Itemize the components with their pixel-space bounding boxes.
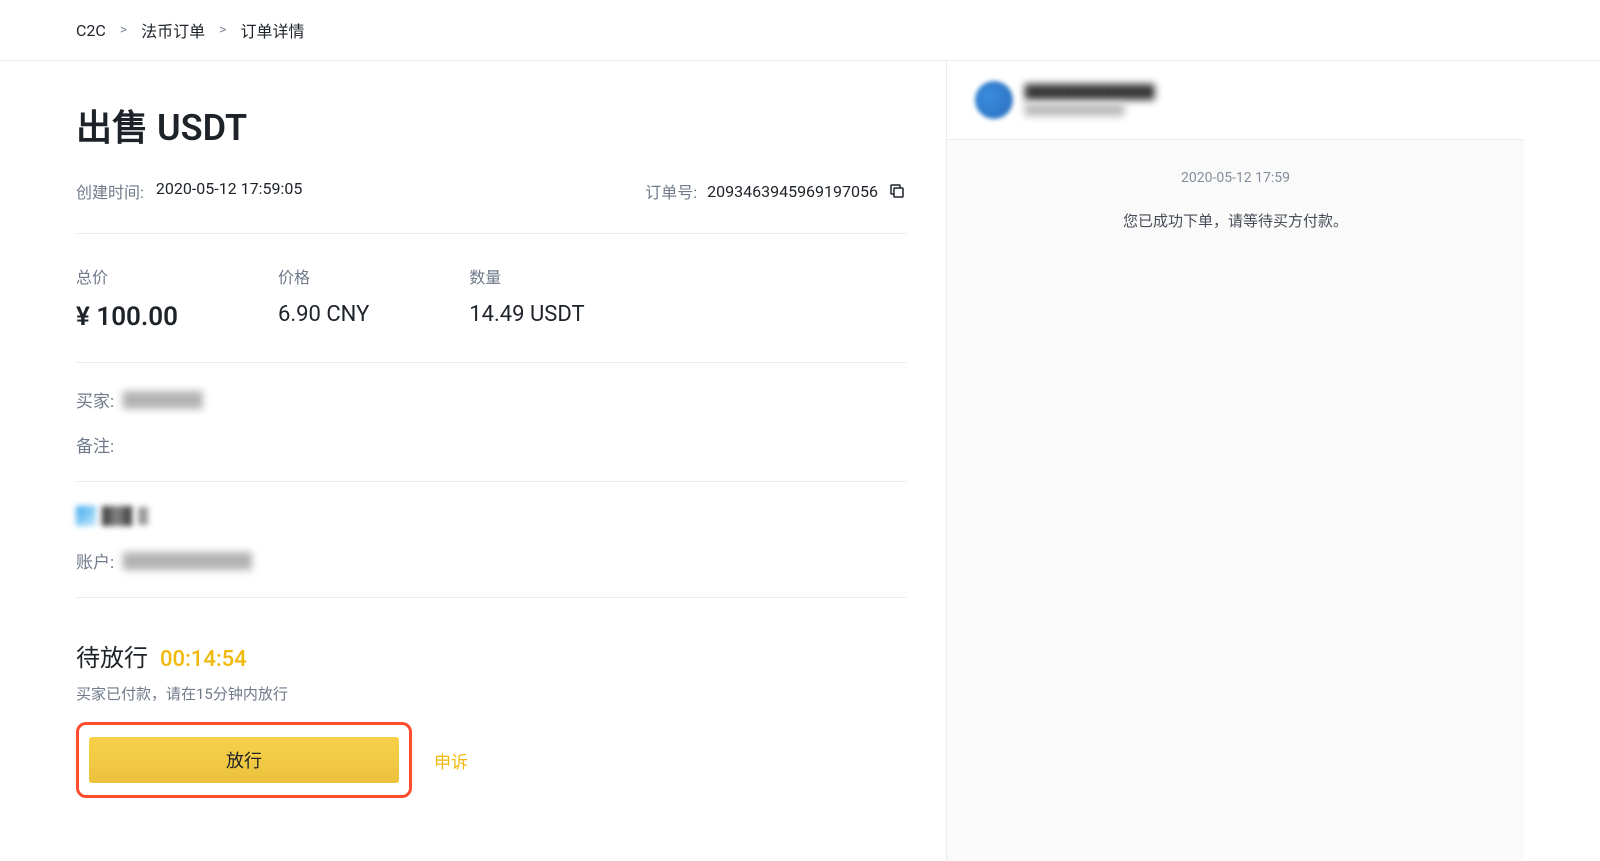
breadcrumb-fiat-orders[interactable]: 法币订单 bbox=[141, 18, 205, 42]
unit-price-value: 6.90 CNY bbox=[278, 302, 369, 327]
copy-icon[interactable] bbox=[888, 182, 906, 200]
breadcrumb-order-detail: 订单详情 bbox=[241, 18, 305, 42]
chat-system-message: 您已成功下单，请等待买方付款。 bbox=[967, 210, 1504, 231]
status-hint: 买家已付款，请在15分钟内放行 bbox=[76, 683, 906, 704]
remark-label: 备注: bbox=[76, 432, 114, 457]
quantity-label: 数量 bbox=[469, 264, 584, 288]
order-stats: 总价 ¥ 100.00 价格 6.90 CNY 数量 14.49 USDT bbox=[76, 234, 906, 363]
countdown-timer: 00:14:54 bbox=[160, 647, 247, 672]
buyer-label: 买家: bbox=[76, 387, 114, 412]
account-label: 账户: bbox=[76, 548, 114, 573]
status-section: 待放行 00:14:54 买家已付款，请在15分钟内放行 放行 申诉 bbox=[76, 598, 906, 798]
release-button-highlight: 放行 bbox=[76, 722, 412, 798]
order-meta: 创建时间: 2020-05-12 17:59:05 订单号: 209346394… bbox=[76, 179, 906, 234]
chat-panel: 2020-05-12 17:59 您已成功下单，请等待买方付款。 bbox=[946, 61, 1524, 861]
buyer-name-redacted bbox=[122, 391, 202, 409]
order-detail-panel: 出售 USDT 创建时间: 2020-05-12 17:59:05 订单号: 2… bbox=[76, 61, 906, 861]
chat-user-name-redacted bbox=[1025, 84, 1155, 100]
unit-price-label: 价格 bbox=[278, 264, 369, 288]
account-value-redacted bbox=[122, 552, 252, 570]
page-title: 出售 USDT bbox=[76, 99, 906, 151]
chat-user-sub-redacted bbox=[1025, 104, 1125, 116]
created-time-label: 创建时间: bbox=[76, 179, 144, 203]
chat-timestamp: 2020-05-12 17:59 bbox=[967, 170, 1504, 186]
payment-icon-redacted bbox=[138, 507, 148, 525]
payment-icon-redacted bbox=[76, 506, 96, 526]
buyer-info-section: 买家: 备注: bbox=[76, 363, 906, 482]
chevron-right-icon: > bbox=[219, 22, 226, 38]
quantity-value: 14.49 USDT bbox=[469, 302, 584, 327]
chat-body: 2020-05-12 17:59 您已成功下单，请等待买方付款。 bbox=[947, 140, 1524, 261]
total-price-label: 总价 bbox=[76, 264, 178, 288]
created-time-value: 2020-05-12 17:59:05 bbox=[156, 179, 302, 203]
payment-info-section: 账户: bbox=[76, 482, 906, 598]
release-button[interactable]: 放行 bbox=[89, 737, 399, 783]
order-number-label: 订单号: bbox=[645, 179, 697, 203]
avatar bbox=[975, 81, 1013, 119]
chevron-right-icon: > bbox=[120, 22, 127, 38]
status-text: 待放行 bbox=[76, 638, 148, 673]
chat-header bbox=[947, 61, 1524, 140]
payment-icon-redacted bbox=[102, 506, 132, 526]
order-number-value: 2093463945969197056 bbox=[707, 182, 878, 201]
total-price-value: ¥ 100.00 bbox=[76, 302, 178, 332]
payment-method-icons bbox=[76, 506, 906, 526]
breadcrumb-c2c[interactable]: C2C bbox=[76, 21, 106, 40]
breadcrumb: C2C > 法币订单 > 订单详情 bbox=[0, 0, 1600, 61]
appeal-link[interactable]: 申诉 bbox=[434, 748, 468, 773]
